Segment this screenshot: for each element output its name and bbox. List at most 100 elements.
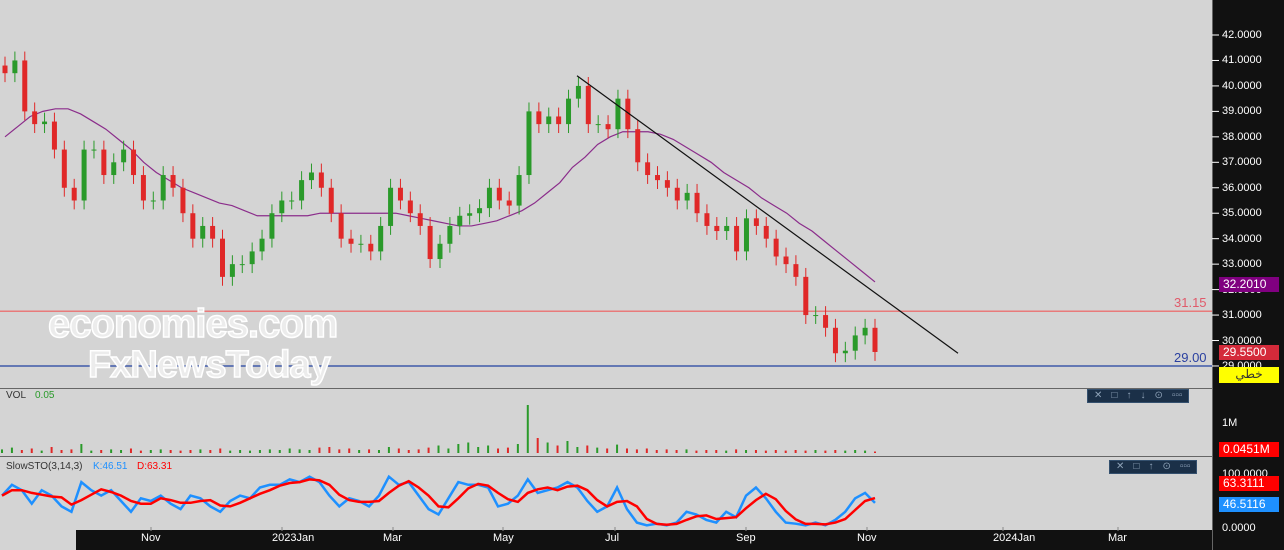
hline-upper-label: 31.15 <box>1174 295 1207 310</box>
price-axis-label: 39.0000 <box>1222 105 1262 117</box>
candle-body <box>497 188 502 201</box>
candle-body <box>299 180 304 200</box>
volume-bar <box>824 451 826 453</box>
time-axis-left-blank <box>0 517 76 550</box>
volume-bar <box>527 405 529 453</box>
candle-body <box>438 244 443 259</box>
candle-body <box>536 111 541 124</box>
candle-body <box>487 188 492 208</box>
move-up-icon[interactable]: ↑ <box>1126 390 1131 402</box>
stoch-panel-toolbar: ✕ □ ↑ ⊙ ▫▫▫ <box>1109 460 1197 474</box>
volume-bar <box>854 450 856 453</box>
volume-bar <box>626 449 628 454</box>
candle-body <box>606 124 611 129</box>
candle-body <box>52 122 57 150</box>
volume-bar <box>418 449 420 453</box>
candle-body <box>447 226 452 244</box>
maximize-icon[interactable]: □ <box>1111 390 1117 402</box>
candle-body <box>853 335 858 350</box>
drawing-tool-badge[interactable]: خطي <box>1219 367 1279 383</box>
candle-body <box>517 175 522 206</box>
volume-bar <box>447 449 449 454</box>
volume-bar <box>646 449 648 454</box>
chart-canvas[interactable] <box>0 0 1284 550</box>
volume-bar <box>487 446 489 454</box>
volume-bar <box>11 448 13 453</box>
volume-bar <box>428 448 430 453</box>
stoch-d-label: D:63.31 <box>137 461 172 472</box>
maximize-icon[interactable]: □ <box>1133 461 1139 473</box>
volume-bar <box>408 450 410 453</box>
time-axis-label: Mar <box>383 532 402 544</box>
settings-icon[interactable]: ⊙ <box>1162 461 1170 473</box>
candle-body <box>3 66 8 74</box>
candle-body <box>378 226 383 251</box>
volume-bar <box>457 444 459 453</box>
candle-body <box>685 193 690 201</box>
volume-bar <box>606 449 608 454</box>
volume-bar <box>735 449 737 453</box>
more-icon[interactable]: ▫▫▫ <box>1172 390 1183 402</box>
candle-body <box>22 60 27 111</box>
close-icon[interactable]: ✕ <box>1094 390 1102 402</box>
candle-body <box>833 328 838 353</box>
candle-body <box>566 99 571 124</box>
candle-body <box>734 226 739 251</box>
candle-body <box>418 213 423 226</box>
candle-body <box>131 150 136 175</box>
volume-bar <box>189 450 191 453</box>
volume-bar <box>61 450 63 453</box>
volume-bar <box>755 450 757 453</box>
candle-body <box>349 239 354 244</box>
volume-bar <box>805 451 807 453</box>
price-axis-label: 33.0000 <box>1222 258 1262 270</box>
volume-bar <box>209 450 211 453</box>
volume-bar <box>21 450 23 453</box>
candle-body <box>645 162 650 175</box>
volume-bar <box>795 450 797 453</box>
volume-bar <box>765 451 767 453</box>
settings-icon[interactable]: ⊙ <box>1154 390 1162 402</box>
ma-value-badge: 32.2010 <box>1219 277 1279 292</box>
volume-bar <box>358 450 360 453</box>
volume-bar <box>219 449 221 454</box>
candle-body <box>62 150 67 188</box>
candle-body <box>714 226 719 231</box>
candle-body <box>586 86 591 124</box>
candle-body <box>161 175 166 200</box>
price-axis-label: 36.0000 <box>1222 182 1262 194</box>
hline-lower-label: 29.00 <box>1174 350 1207 365</box>
volume-bar <box>249 451 251 453</box>
volume-bar <box>41 451 43 453</box>
volume-bar <box>507 448 509 453</box>
candle-body <box>774 239 779 257</box>
time-axis-label: Nov <box>857 532 877 544</box>
close-icon[interactable]: ✕ <box>1116 461 1124 473</box>
volume-bar <box>100 450 102 453</box>
candle-body <box>477 208 482 213</box>
more-icon[interactable]: ▫▫▫ <box>1180 461 1191 473</box>
candle-body <box>200 226 205 239</box>
time-axis-label: Jul <box>605 532 619 544</box>
candle-body <box>121 150 126 163</box>
candle-body <box>408 200 413 213</box>
volume-bar <box>874 452 876 454</box>
price-axis-label: 31.0000 <box>1222 309 1262 321</box>
volume-bar <box>239 450 241 453</box>
volume-bar <box>695 451 697 453</box>
volume-axis-label: 1M <box>1222 417 1237 429</box>
volume-panel-toolbar: ✕ □ ↑ ↓ ⊙ ▫▫▫ <box>1087 389 1189 403</box>
candle-body <box>467 213 472 216</box>
watermark-logo: FxNewsToday <box>88 344 330 387</box>
move-up-icon[interactable]: ↑ <box>1148 461 1153 473</box>
candle-body <box>12 60 17 73</box>
volume-bar <box>497 449 499 454</box>
candle-body <box>813 315 818 316</box>
candle-body <box>675 188 680 201</box>
candle-body <box>863 328 868 336</box>
move-down-icon[interactable]: ↓ <box>1140 390 1145 402</box>
price-axis-label: 35.0000 <box>1222 207 1262 219</box>
volume-bar <box>705 450 707 453</box>
volume-bar <box>289 449 291 454</box>
time-axis-label: 2023Jan <box>272 532 314 544</box>
